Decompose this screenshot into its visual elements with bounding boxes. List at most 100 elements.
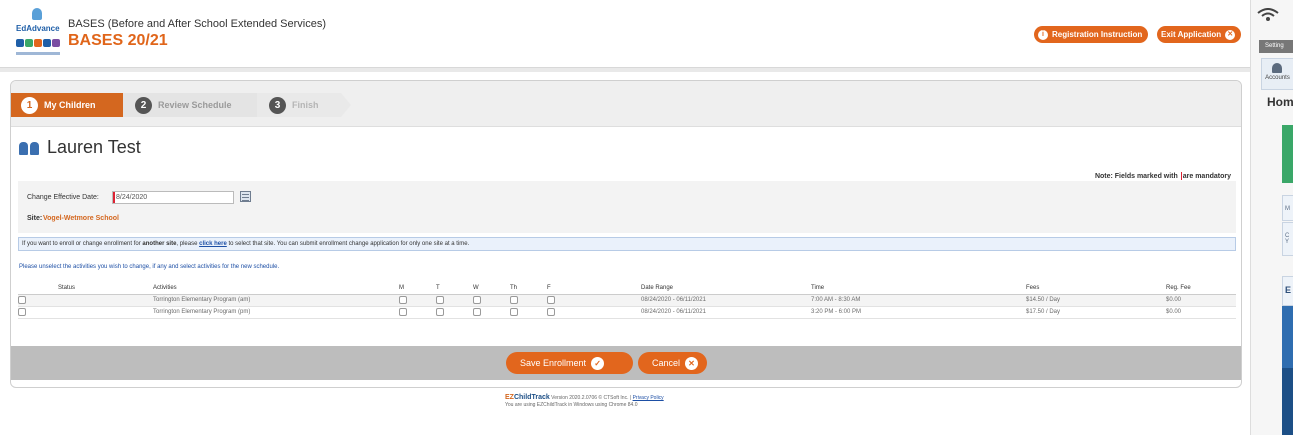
enrollment-form: Change Effective Date: 8/24/2020 Site: V… xyxy=(18,181,1236,233)
step-label: Review Schedule xyxy=(158,100,232,110)
table-row: Torrington Elementary Program (pm) 08/24… xyxy=(18,306,1236,319)
user-icon xyxy=(1272,63,1282,73)
status-cell xyxy=(58,294,153,307)
exit-application-label: Exit Application xyxy=(1161,30,1222,39)
effective-date-label: Change Effective Date: xyxy=(27,194,99,201)
cancel-button[interactable]: Cancel ✕ xyxy=(638,352,707,374)
mandatory-note: Note: Fields marked with are mandatory xyxy=(1094,172,1231,180)
lamp-icon xyxy=(32,8,42,20)
date-range-cell: 08/24/2020 - 06/11/2021 xyxy=(641,294,811,307)
col-w: W xyxy=(473,282,510,295)
step-review-schedule: 2 Review Schedule xyxy=(123,93,257,117)
col-f: F xyxy=(547,282,641,295)
blue-tile-1[interactable] xyxy=(1282,306,1293,368)
wifi-icon xyxy=(1257,8,1287,25)
fees-cell: $14.50 / Day xyxy=(1026,294,1166,307)
home-heading: Hom xyxy=(1267,95,1293,109)
info-icon: i xyxy=(1038,29,1048,40)
child-name: Lauren Test xyxy=(47,137,141,157)
day-w-checkbox[interactable] xyxy=(473,296,481,304)
day-f-checkbox[interactable] xyxy=(547,296,555,304)
row-select-checkbox[interactable] xyxy=(18,296,26,304)
child-heading: Lauren Test xyxy=(19,137,141,158)
day-t-checkbox[interactable] xyxy=(436,308,444,316)
col-fees: Fees xyxy=(1026,282,1166,295)
col-m: M xyxy=(399,282,436,295)
step-number: 2 xyxy=(135,96,152,114)
wizard-steps: 1 My Children 2 Review Schedule 3 Finish xyxy=(11,81,1241,127)
site-value: Vogel-Wetmore School xyxy=(43,215,119,222)
reg-fee-cell: $0.00 xyxy=(1166,294,1236,307)
info-banner: If you want to enroll or change enrollme… xyxy=(18,237,1236,251)
row-select-checkbox[interactable] xyxy=(18,308,26,316)
click-here-link[interactable]: click here xyxy=(199,241,227,247)
step-number: 1 xyxy=(21,96,38,114)
site-label: Site: xyxy=(27,215,43,222)
col-time: Time xyxy=(811,282,1026,295)
time-cell: 3:20 PM - 6:00 PM xyxy=(811,306,1026,319)
header-strip xyxy=(0,68,1250,72)
col-activities: Activities xyxy=(153,282,399,295)
step-my-children[interactable]: 1 My Children xyxy=(11,93,123,117)
col-t: T xyxy=(436,282,473,295)
check-icon: ✓ xyxy=(591,356,605,370)
main-panel: 1 My Children 2 Review Schedule 3 Finish… xyxy=(10,80,1242,388)
table-header-row: Status Activities M T W Th F Date Range … xyxy=(18,282,1236,295)
step-label: My Children xyxy=(44,100,96,110)
app-title: BASES 20/21 xyxy=(68,32,168,49)
edadvance-logo: EdAdvance xyxy=(16,6,60,60)
day-th-checkbox[interactable] xyxy=(510,308,518,316)
version-text: Version 2020.2.0706 © CTSoft Inc. | xyxy=(551,395,632,401)
step-number: 3 xyxy=(269,96,286,114)
day-t-checkbox[interactable] xyxy=(436,296,444,304)
privacy-policy-link[interactable]: Privacy Policy xyxy=(633,395,664,401)
col-reg-fee: Reg. Fee xyxy=(1166,282,1236,295)
side-box-1[interactable]: M xyxy=(1282,195,1293,221)
col-status: Status xyxy=(58,282,153,295)
status-cell xyxy=(58,306,153,319)
ezchildtrack-brand: EZChildTrack xyxy=(505,394,550,401)
day-w-checkbox[interactable] xyxy=(473,308,481,316)
day-m-checkbox[interactable] xyxy=(399,308,407,316)
side-section-e: E xyxy=(1282,276,1293,306)
registration-instruction-button[interactable]: i Registration Instruction xyxy=(1034,26,1149,43)
side-box-2[interactable]: C Y xyxy=(1282,222,1293,256)
logo-text: EdAdvance xyxy=(16,24,60,33)
day-m-checkbox[interactable] xyxy=(399,296,407,304)
step-label: Finish xyxy=(292,100,319,110)
schedule-instruction: Please unselect the activities you wish … xyxy=(19,264,280,270)
app-subtitle: BASES (Before and After School Extended … xyxy=(68,18,327,30)
save-enrollment-button[interactable]: Save Enrollment ✓ xyxy=(506,352,633,374)
exit-application-button[interactable]: Exit Application ✕ xyxy=(1157,26,1242,43)
action-bar: Save Enrollment ✓ Cancel ✕ xyxy=(11,346,1241,380)
registration-instruction-label: Registration Instruction xyxy=(1052,30,1143,39)
close-icon: ✕ xyxy=(685,356,699,370)
close-icon: ✕ xyxy=(1225,29,1236,40)
col-date-range: Date Range xyxy=(641,282,811,295)
blue-tile-2[interactable] xyxy=(1282,368,1293,435)
page: EdAdvance BASES (Before and After School… xyxy=(0,0,1293,435)
right-side-panel: Setting Accounts Hom M C Y E xyxy=(1250,0,1293,435)
required-marker xyxy=(113,192,115,203)
page-footer: EZChildTrack Version 2020.2.0706 © CTSof… xyxy=(505,394,765,409)
accounts-label: Accounts xyxy=(1265,75,1290,81)
day-th-checkbox[interactable] xyxy=(510,296,518,304)
calendar-icon[interactable] xyxy=(240,191,251,202)
effective-date-input[interactable]: 8/24/2020 xyxy=(112,191,234,204)
reg-fee-cell: $0.00 xyxy=(1166,306,1236,319)
green-tile[interactable] xyxy=(1282,125,1293,183)
setting-tab[interactable]: Setting xyxy=(1259,40,1293,53)
activity-cell: Torrington Elementary Program (am) xyxy=(153,294,399,307)
browser-text: You are using EZChildTrack in Windows us… xyxy=(505,402,638,408)
accounts-button[interactable]: Accounts xyxy=(1261,58,1293,90)
fees-cell: $17.50 / Day xyxy=(1026,306,1166,319)
day-f-checkbox[interactable] xyxy=(547,308,555,316)
col-th: Th xyxy=(510,282,547,295)
table-row: Torrington Elementary Program (am) 08/24… xyxy=(18,294,1236,307)
schedule-table: Status Activities M T W Th F Date Range … xyxy=(18,282,1236,319)
bases-logo-dots xyxy=(16,39,60,47)
children-icon xyxy=(19,140,41,156)
required-marker xyxy=(1180,172,1182,180)
time-cell: 7:00 AM - 8:30 AM xyxy=(811,294,1026,307)
app-header: EdAdvance BASES (Before and After School… xyxy=(0,0,1250,68)
